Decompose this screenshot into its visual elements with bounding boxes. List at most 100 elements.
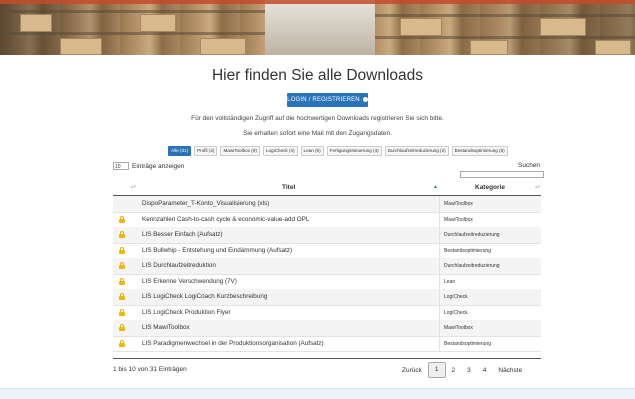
filter-logicheck[interactable]: LogiCheck (4) [262, 146, 298, 156]
lock-icon [119, 339, 125, 347]
row-title[interactable]: LIS Bullwhip - Entstehung und Eindämmung… [142, 247, 292, 254]
filter-fertigungssteuerung[interactable]: Fertigungssteuerung (4) [326, 146, 382, 156]
column-divider [439, 304, 440, 320]
column-header-category[interactable]: Kategorie [475, 184, 505, 191]
table-row[interactable]: Kennzahlen Cash-to-cash cycle & economic… [113, 211, 541, 228]
column-divider [439, 335, 440, 351]
lock-icon [119, 324, 125, 331]
hero-banner-image [0, 0, 635, 55]
entries-info: 1 bis 10 von 31 Einträgen [113, 366, 187, 373]
row-category: Bestandsoptimierung [444, 340, 491, 347]
filter-durchlaufzeitreduzierung[interactable]: Durchlaufzeitreduzierung (2) [384, 146, 449, 156]
login-button-label: LOGIN / REGISTRIEREN [287, 97, 360, 103]
table-header: ▴▾ Titel ▲ Kategorie ▴▾ [113, 181, 541, 196]
column-divider [439, 289, 440, 305]
box [595, 40, 631, 55]
table-row[interactable]: LIS Besser Einfach (Aufsatz) Durchlaufze… [113, 227, 541, 244]
shelf [0, 10, 265, 13]
row-title[interactable]: LIS Paradigmenwechsel in der Produktions… [142, 340, 324, 347]
shelf [375, 36, 635, 39]
column-divider [439, 242, 440, 258]
row-category: MawiToolbox [444, 201, 473, 207]
box [20, 14, 52, 32]
pagination-page-4[interactable]: 4 [477, 363, 493, 378]
search-input[interactable] [460, 171, 544, 178]
lock-icon [119, 293, 125, 300]
row-category: MawiToolbox [444, 325, 473, 331]
column-divider [439, 227, 440, 243]
filter-profil[interactable]: Profil (2) [194, 146, 218, 156]
box [140, 14, 176, 32]
shelf [0, 32, 265, 35]
lock-icon [119, 308, 125, 316]
entries-length-control: 10 Einträge anzeigen [113, 162, 184, 170]
row-title[interactable]: DispoParameter_T-Konto_Visualisierung (x… [142, 200, 269, 207]
table-row[interactable]: DispoParameter_T-Konto_Visualisierung (x… [113, 196, 541, 213]
table-footer-line [113, 358, 541, 359]
warehouse-aisle [265, 0, 375, 55]
lock-icon [119, 215, 125, 223]
shelf [375, 14, 635, 17]
column-divider [439, 211, 440, 227]
entries-length-label: Einträge anzeigen [132, 162, 185, 170]
box [540, 18, 586, 36]
row-title[interactable]: Kennzahlen Cash-to-cash cycle & economic… [142, 216, 309, 223]
row-category: MawiToolbox [444, 216, 473, 223]
info-text-mail: Sie erhalten sofort eine Mail mit den Zu… [243, 130, 392, 137]
table-row[interactable]: LIS LogiCheck Produktion Flyer LogiCheck [113, 304, 541, 321]
pagination-page-2[interactable]: 2 [446, 363, 462, 378]
sort-icon[interactable]: ▴▾ [535, 184, 540, 190]
box [470, 40, 508, 55]
column-divider [439, 273, 440, 289]
filter-lean[interactable]: Lean (5) [300, 146, 324, 156]
table-row[interactable]: LIS Paradigmenwechsel in der Produktions… [113, 335, 541, 352]
table-row[interactable]: LIS LogiCheck LogiCoach Kurzbeschreibung… [113, 289, 541, 306]
user-icon [362, 96, 368, 102]
box [200, 38, 246, 55]
column-divider [439, 196, 440, 212]
search-label: Suchen [518, 162, 541, 169]
page-title: Hier finden Sie alle Downloads [211, 67, 424, 84]
column-header-title[interactable]: Titel [282, 184, 295, 191]
rack-beam [0, 0, 635, 4]
lock-icon [119, 277, 125, 285]
row-title[interactable]: LIS Durchlaufzeitreduktion [142, 262, 216, 269]
row-title[interactable]: LIS Besser Einfach (Aufsatz) [142, 231, 223, 238]
table-row[interactable]: LIS Bullwhip - Entstehung und Eindämmung… [113, 242, 541, 259]
row-category: Durchlaufzeitreduzierung [444, 263, 500, 269]
row-category: Durchlaufzeitreduzierung [444, 232, 500, 238]
row-title[interactable]: LIS MawiToolbox [142, 324, 190, 331]
lock-icon [119, 231, 125, 238]
login-register-button[interactable]: LOGIN / REGISTRIEREN [287, 93, 368, 107]
sort-asc-icon[interactable]: ▲ [433, 184, 438, 190]
category-filter-bar: Alle (31) Profil (2) MawiToolbox (9) Log… [168, 146, 508, 156]
lock-icon [119, 262, 125, 269]
filter-bestandsoptimierung[interactable]: Bestandsoptimierung (5) [451, 146, 508, 156]
filter-mawitoolbox[interactable]: MawiToolbox (9) [220, 146, 260, 156]
table-row[interactable]: LIS Durchlaufzeitreduktion Durchlaufzeit… [113, 258, 541, 275]
box [400, 18, 442, 36]
page-footer-strip [0, 388, 635, 399]
row-category: LogiCheck [444, 294, 468, 300]
column-divider [439, 320, 440, 336]
entries-length-select[interactable]: 10 [113, 162, 129, 170]
pagination: Zurück 1 2 3 4 Nächste [396, 362, 528, 378]
pagination-previous[interactable]: Zurück [396, 363, 428, 378]
sort-icon[interactable]: ▴▾ [131, 184, 136, 190]
table-row[interactable]: LIS MawiToolbox MawiToolbox [113, 320, 541, 337]
pagination-page-1[interactable]: 1 [427, 362, 446, 378]
row-category: LogiCheck [444, 309, 468, 316]
row-title[interactable]: LIS LogiCheck LogiCoach Kurzbeschreibung [142, 293, 267, 300]
row-category: Lean [444, 278, 456, 285]
pagination-next[interactable]: Nächste [492, 363, 528, 378]
table-row[interactable]: LIS Erkenne Verschwendung (7V) Lean [113, 273, 541, 290]
filter-alle[interactable]: Alle (31) [168, 146, 192, 156]
row-title[interactable]: LIS LogiCheck Produktion Flyer [142, 309, 231, 316]
row-category: Bestandsoptimierung [444, 247, 491, 254]
row-title[interactable]: LIS Erkenne Verschwendung (7V) [142, 278, 237, 285]
lock-icon [119, 246, 125, 254]
info-text-register: Für den vollständigen Zugriff auf die ho… [191, 115, 444, 122]
pagination-page-3[interactable]: 3 [461, 363, 477, 378]
box [60, 38, 102, 55]
column-divider [439, 258, 440, 274]
